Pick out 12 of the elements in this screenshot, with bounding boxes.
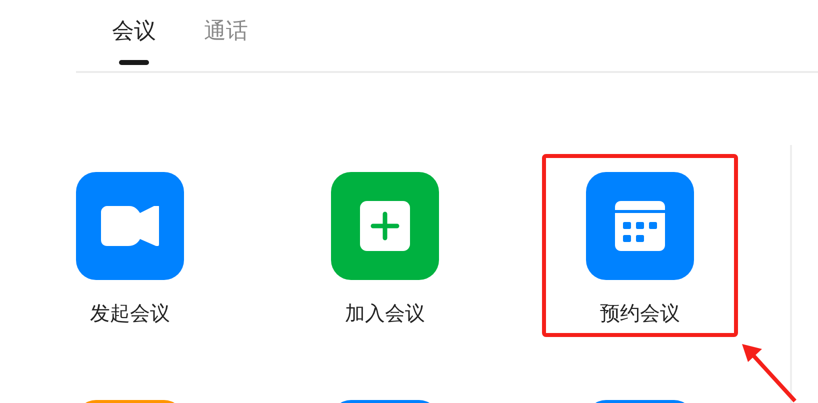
app-tile[interactable] [586, 172, 694, 280]
tile-label[interactable]: 发起会议 [90, 299, 170, 327]
tab[interactable]: 会议 [112, 0, 156, 71]
calendar-icon [615, 201, 665, 251]
tab[interactable]: 通话 [204, 0, 248, 71]
annotation-arrow [742, 344, 796, 402]
plus-icon [360, 201, 410, 251]
video-camera-icon [101, 206, 159, 246]
app-tile[interactable] [331, 172, 439, 280]
app-tile[interactable] [76, 172, 184, 280]
tile-label[interactable]: 加入会议 [345, 299, 425, 327]
tile-label[interactable]: 预约会议 [600, 299, 680, 327]
